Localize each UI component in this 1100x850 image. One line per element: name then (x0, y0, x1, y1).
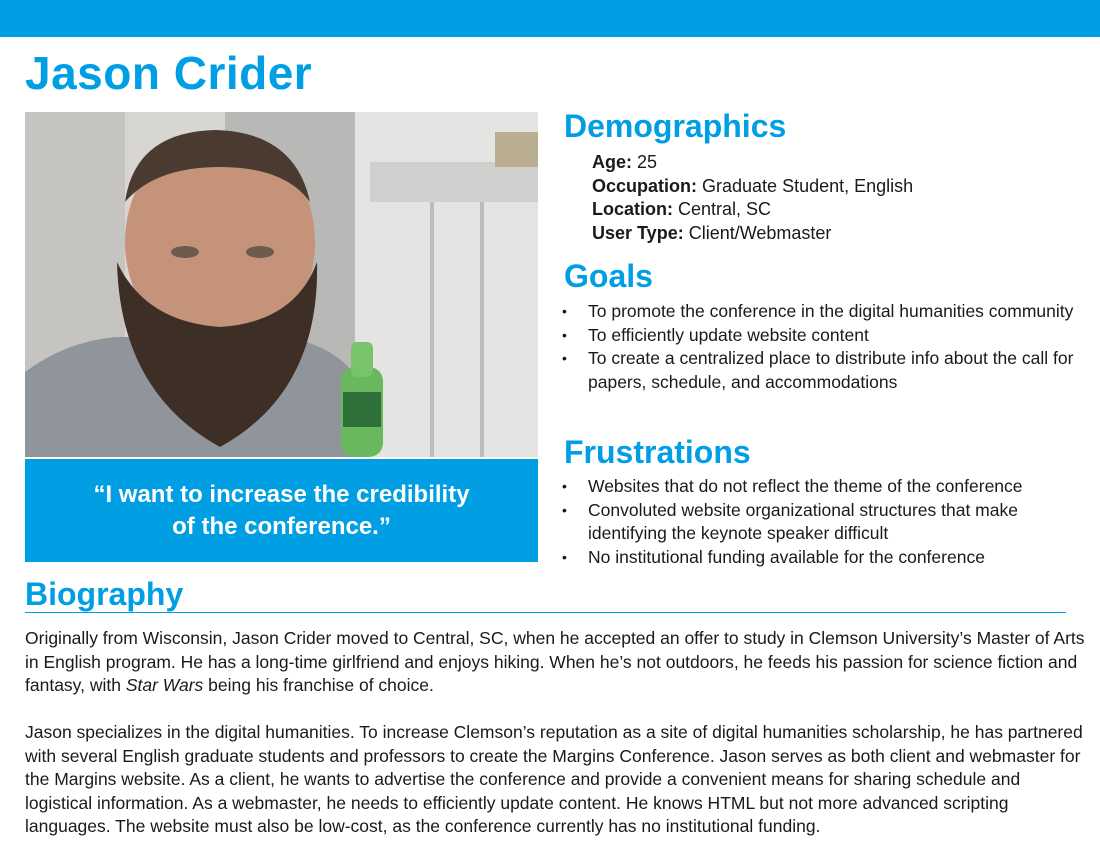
list-item: • To efficiently update website content (562, 324, 1082, 348)
frustration-text: Websites that do not reflect the theme o… (588, 476, 1023, 496)
demographics-item: Location: Central, SC (592, 198, 913, 222)
persona-quote: “I want to increase the credibility of t… (25, 459, 538, 562)
goals-heading: Goals (564, 258, 653, 294)
demographics-label: Occupation: (592, 175, 698, 196)
goal-text: To efficiently update website content (588, 324, 869, 345)
bio-text-part: being his franchise of choice. (203, 675, 434, 695)
goals-list: • To promote the conference in the digita… (562, 300, 1082, 394)
demographics-value: Client/Webmaster (683, 222, 832, 243)
persona-name: Jason Crider (25, 47, 313, 99)
demographics-label: Location: (592, 199, 673, 219)
list-item: • Convoluted website organizational struc… (562, 499, 1082, 546)
quote-line-2: of the conference.” (172, 512, 391, 540)
demographics-value: Central, SC (673, 199, 772, 219)
demographics-label: Age: (592, 152, 632, 172)
persona-photo (25, 112, 538, 457)
bullet-icon: • (562, 326, 567, 343)
bullet-icon: • (562, 303, 567, 319)
demographics-list: Age: 25 Occupation: Graduate Student, En… (592, 151, 913, 245)
goal-text: To create a centralized place to distrib… (588, 348, 1074, 392)
list-item: • Websites that do not reflect the theme … (562, 475, 1082, 499)
demographics-heading: Demographics (564, 108, 787, 144)
biography-divider (25, 612, 1066, 613)
frustrations-heading: Frustrations (564, 434, 751, 470)
list-item: • To create a centralized place to distri… (562, 347, 1082, 394)
demographics-item: User Type: Client/Webmaster (592, 222, 913, 246)
top-banner (0, 0, 1100, 37)
frustrations-list: • Websites that do not reflect the theme … (562, 475, 1082, 569)
list-item: • To promote the conference in the digita… (562, 300, 1082, 324)
frustration-text: Convoluted website organizational struct… (588, 499, 1018, 544)
demographics-item: Age: 25 (592, 151, 913, 175)
demographics-value: Graduate Student, English (697, 175, 914, 196)
biography-paragraph-1: Originally from Wisconsin, Jason Crider … (25, 627, 1085, 698)
bio-italic-title: Star Wars (125, 675, 204, 695)
demographics-value: 25 (632, 152, 658, 172)
biography-heading: Biography (25, 576, 184, 612)
bullet-icon: • (562, 548, 567, 565)
biography-paragraph-2: Jason specializes in the digital humanit… (25, 722, 1083, 836)
frustration-text: No institutional funding available for t… (588, 546, 985, 567)
quote-line-1: “I want to increase the credibility (93, 480, 470, 508)
demographics-label: User Type: (592, 222, 684, 243)
bullet-icon: • (562, 501, 567, 518)
bullet-icon: • (562, 478, 567, 494)
goal-text: To promote the conference in the digital… (588, 301, 1074, 321)
list-item: • No institutional funding available for … (562, 546, 1082, 570)
demographics-item: Occupation: Graduate Student, English (592, 175, 913, 199)
bullet-icon: • (562, 350, 567, 366)
